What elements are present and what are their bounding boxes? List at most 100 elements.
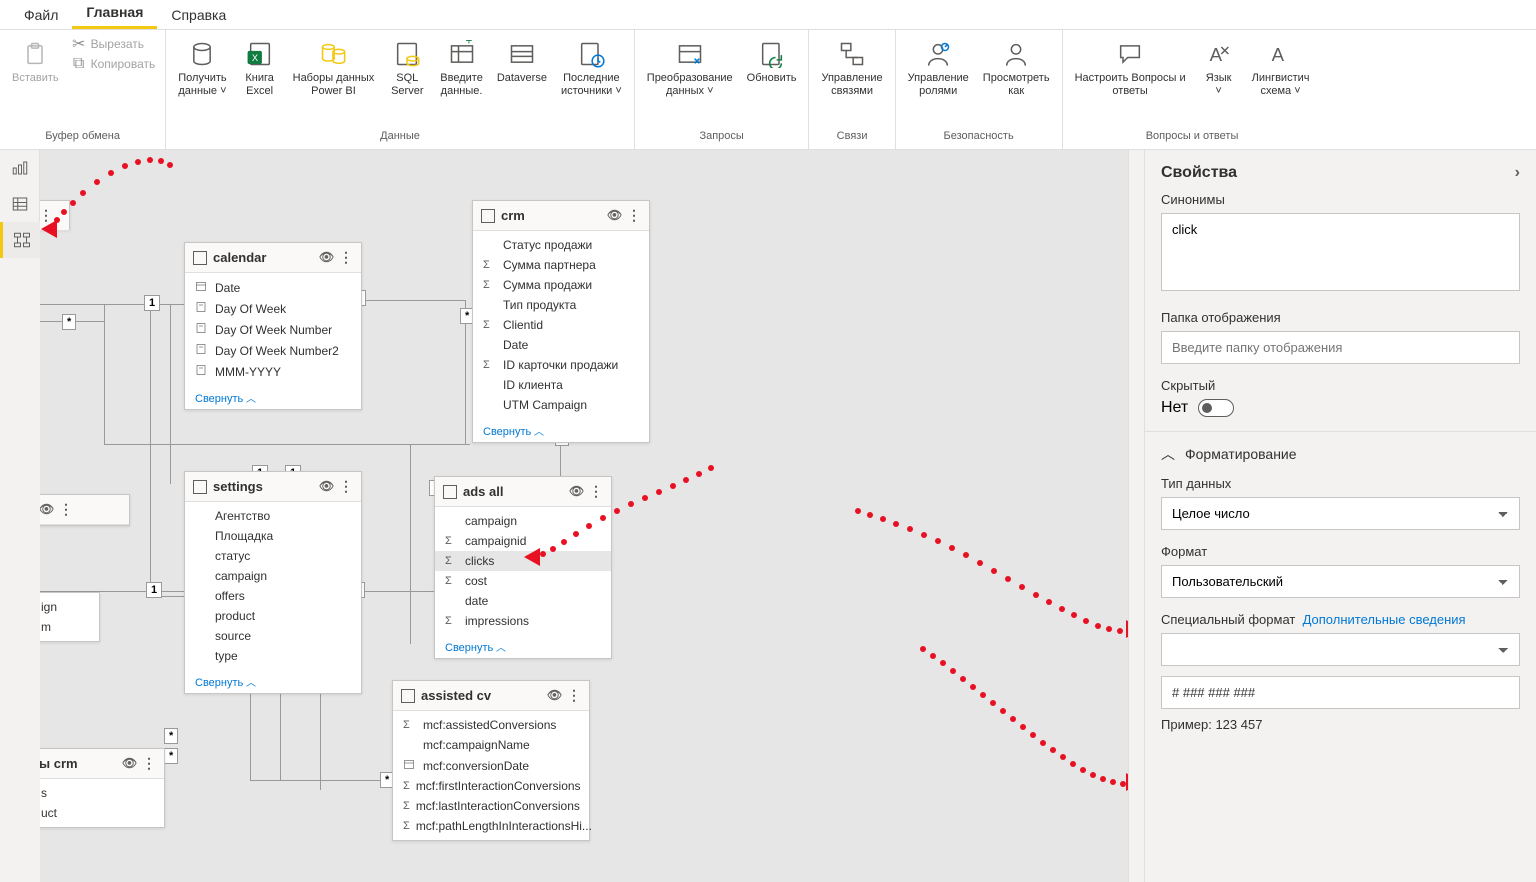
field-item[interactable]: campaign	[435, 511, 611, 531]
formatting-accordion[interactable]: ︿ Форматирование	[1145, 431, 1536, 476]
transform-data-button[interactable]: Преобразование данных ˅	[641, 34, 739, 102]
datatype-select[interactable]: Целое число	[1161, 497, 1520, 530]
more-icon[interactable]: ⋮	[339, 478, 353, 495]
collapse-link[interactable]: Свернуть	[473, 419, 649, 442]
paste-button[interactable]: Вставить	[6, 34, 65, 89]
custom-format-preset-select[interactable]	[1161, 633, 1520, 666]
field-item[interactable]: ID клиента	[473, 375, 649, 395]
eye-icon[interactable]: 👁	[569, 484, 585, 500]
field-item[interactable]: Σmcf:assistedConversions	[393, 715, 589, 735]
more-icon[interactable]: ⋮	[339, 249, 353, 266]
field-item[interactable]: Σclicks	[435, 551, 611, 571]
field-item[interactable]: date	[435, 591, 611, 611]
model-view-button[interactable]	[0, 222, 40, 258]
table-card-partial-b2[interactable]: ы crm 👁 ⋮ s uct	[40, 748, 165, 828]
field-item[interactable]: Day Of Week Number2	[185, 340, 361, 361]
data-view-button[interactable]	[0, 186, 40, 222]
field-item[interactable]: type	[185, 646, 361, 666]
field-item[interactable]: Σmcf:firstInteractionConversions	[393, 776, 589, 796]
refresh-button[interactable]: Обновить	[741, 34, 803, 89]
enter-data-button[interactable]: + Введите данные.	[434, 34, 489, 102]
more-info-link[interactable]: Дополнительные сведения	[1303, 612, 1466, 627]
field-item[interactable]: Σmcf:lastInteractionConversions	[393, 796, 589, 816]
more-icon[interactable]: ⋮	[627, 207, 641, 224]
field-item[interactable]: Агентство	[185, 506, 361, 526]
hidden-toggle[interactable]	[1198, 399, 1234, 417]
eye-icon[interactable]: 👁	[40, 502, 55, 518]
menu-file[interactable]: Файл	[10, 1, 72, 29]
get-data-button[interactable]: Получить данные ˅	[172, 34, 232, 102]
table-card-calendar[interactable]: calendar 👁 ⋮ DateDay Of WeekDay Of Week …	[184, 242, 362, 410]
recent-sources-button[interactable]: Последние источники ˅	[555, 34, 628, 102]
field-item[interactable]: MMM-YYYY	[185, 361, 361, 382]
field-item[interactable]: s	[40, 783, 164, 803]
dataverse-button[interactable]: Dataverse	[491, 34, 553, 89]
more-icon[interactable]: ⋮	[567, 687, 581, 704]
field-item[interactable]: mcf:conversionDate	[393, 755, 589, 776]
table-card-partial-mid[interactable]: 👁 ⋮	[40, 494, 130, 526]
manage-relationships-button[interactable]: Управление связями	[815, 34, 888, 102]
table-card-assisted-cv[interactable]: assisted cv 👁 ⋮ Σmcf:assistedConversions…	[392, 680, 590, 841]
cut-button[interactable]: ✂ Вырезать	[67, 34, 160, 54]
field-item[interactable]: ΣClientid	[473, 315, 649, 335]
table-card-partial-b1[interactable]: ign m	[40, 592, 100, 642]
pbi-datasets-button[interactable]: Наборы данных Power BI	[287, 34, 381, 102]
eye-icon[interactable]: 👁	[547, 688, 563, 704]
field-item[interactable]: ign	[40, 597, 99, 617]
field-item[interactable]: Площадка	[185, 526, 361, 546]
qna-setup-button[interactable]: Настроить Вопросы и ответы	[1069, 34, 1192, 102]
field-item[interactable]: Тип продукта	[473, 295, 649, 315]
table-card-ads-all[interactable]: ads all 👁 ⋮ campaignΣcampaignidΣclicksΣc…	[434, 476, 612, 659]
schema-button[interactable]: A Лингвистич схема ˅	[1246, 34, 1316, 102]
field-item[interactable]: campaign	[185, 566, 361, 586]
eye-icon[interactable]: 👁	[607, 208, 623, 224]
field-item[interactable]: Day Of Week Number	[185, 319, 361, 340]
field-item[interactable]: ΣID карточки продажи	[473, 355, 649, 375]
synonyms-input[interactable]	[1161, 213, 1520, 291]
language-button[interactable]: A Язык˅	[1194, 34, 1244, 102]
field-item[interactable]: Day Of Week	[185, 298, 361, 319]
manage-roles-button[interactable]: Управление ролями	[902, 34, 975, 102]
field-item[interactable]: статус	[185, 546, 361, 566]
model-canvas[interactable]: * 1 1 1 1 * * 1 1 * * 1 1 1 * * * * ⋮ ca…	[40, 150, 1144, 882]
eye-icon[interactable]: 👁	[122, 756, 138, 772]
table-card-crm[interactable]: crm 👁 ⋮ Статус продажиΣСумма партнераΣСу…	[472, 200, 650, 443]
eye-icon[interactable]: 👁	[319, 479, 335, 495]
copy-button[interactable]: ⧉ Копировать	[67, 54, 160, 74]
field-item[interactable]: Σcampaignid	[435, 531, 611, 551]
chevron-right-icon[interactable]: ›	[1515, 164, 1520, 182]
eye-icon[interactable]: 👁	[319, 250, 335, 266]
view-as-button[interactable]: Просмотреть как	[977, 34, 1056, 102]
collapse-link[interactable]: Свернуть	[435, 635, 611, 658]
field-item[interactable]: Σimpressions	[435, 611, 611, 631]
field-item[interactable]: m	[40, 617, 99, 637]
more-icon[interactable]: ⋮	[589, 483, 603, 500]
field-item[interactable]: ΣСумма партнера	[473, 255, 649, 275]
field-item[interactable]: Статус продажи	[473, 235, 649, 255]
field-item[interactable]: Date	[185, 277, 361, 298]
field-item[interactable]: offers	[185, 586, 361, 606]
field-item[interactable]: uct	[40, 803, 164, 823]
report-view-button[interactable]	[0, 150, 40, 186]
field-item[interactable]: Σcost	[435, 571, 611, 591]
menu-home[interactable]: Главная	[72, 0, 157, 29]
collapse-link[interactable]: Свернуть	[185, 670, 361, 693]
field-item[interactable]: Σmcf:pathLengthInInteractionsHi...	[393, 816, 589, 836]
field-item[interactable]: Date	[473, 335, 649, 355]
collapse-link[interactable]: Свернуть	[185, 386, 361, 409]
format-select[interactable]: Пользовательский	[1161, 565, 1520, 598]
field-item[interactable]: mcf:campaignName	[393, 735, 589, 755]
canvas-scrollbar[interactable]	[1128, 150, 1144, 882]
menu-help[interactable]: Справка	[157, 1, 240, 29]
excel-button[interactable]: X Книга Excel	[235, 34, 285, 102]
field-item[interactable]: source	[185, 626, 361, 646]
field-item[interactable]: UTM Campaign	[473, 395, 649, 415]
field-item[interactable]: ΣСумма продажи	[473, 275, 649, 295]
sql-server-button[interactable]: SQL Server	[382, 34, 432, 102]
more-icon[interactable]: ⋮	[59, 501, 73, 518]
field-item[interactable]: product	[185, 606, 361, 626]
display-folder-input[interactable]	[1161, 331, 1520, 364]
table-card-settings[interactable]: settings 👁 ⋮ АгентствоПлощадкастатусcamp…	[184, 471, 362, 694]
custom-format-input[interactable]	[1161, 676, 1520, 709]
more-icon[interactable]: ⋮	[142, 755, 156, 772]
